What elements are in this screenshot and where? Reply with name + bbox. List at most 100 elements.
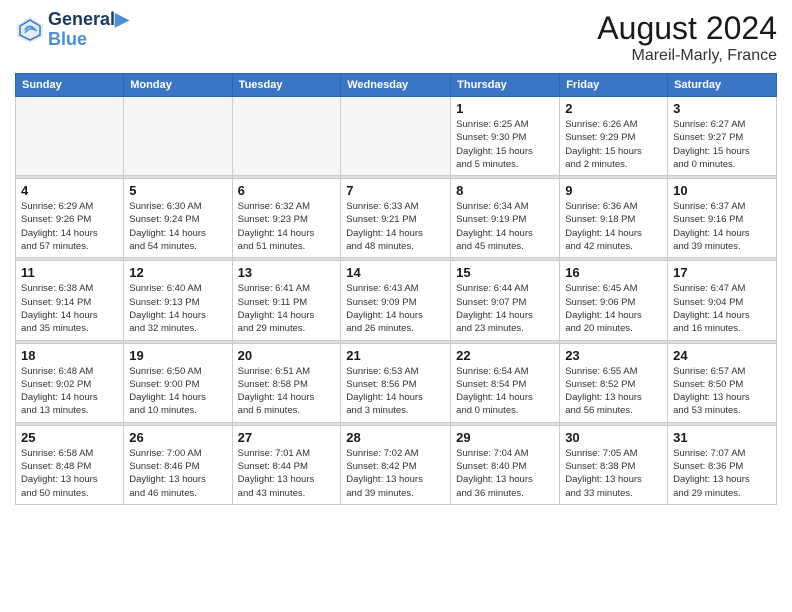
day-number: 25 — [21, 430, 118, 445]
page: General▶ Blue August 2024 Mareil-Marly, … — [0, 0, 792, 612]
col-saturday: Saturday — [668, 74, 777, 97]
week-row-5: 25 Sunrise: 6:58 AM Sunset: 8:48 PM Dayli… — [16, 425, 777, 504]
day-number: 18 — [21, 348, 118, 363]
day-info: Sunrise: 6:57 AM Sunset: 8:50 PM Dayligh… — [673, 365, 771, 418]
cell-w4-d4: 21Sunrise: 6:53 AM Sunset: 8:56 PM Dayli… — [341, 343, 451, 422]
day-number: 22 — [456, 348, 554, 363]
day-info: Sunrise: 6:41 AM Sunset: 9:11 PM Dayligh… — [238, 282, 336, 335]
cell-w5-d6: 30 Sunrise: 7:05 AM Sunset: 8:38 PM Dayli… — [560, 425, 668, 504]
day-info: Sunrise: 6:55 AM Sunset: 8:52 PM Dayligh… — [565, 365, 662, 418]
header: General▶ Blue August 2024 Mareil-Marly, … — [15, 10, 777, 65]
cell-w5-d4: 28Sunrise: 7:02 AM Sunset: 8:42 PM Dayli… — [341, 425, 451, 504]
calendar-header-row: Sunday Monday Tuesday Wednesday Thursday… — [16, 74, 777, 97]
day-info: Sunrise: 6:37 AM Sunset: 9:16 PM Dayligh… — [673, 200, 771, 253]
day-number: 30 — [565, 430, 662, 445]
day-info: Sunrise: 6:38 AM Sunset: 9:14 PM Dayligh… — [21, 282, 118, 335]
day-number: 12 — [129, 265, 226, 280]
col-tuesday: Tuesday — [232, 74, 341, 97]
day-info: Sunrise: 6:58 AM Sunset: 8:48 PM Dayligh… — [21, 447, 118, 500]
cell-w2-d3: 6Sunrise: 6:32 AM Sunset: 9:23 PM Daylig… — [232, 179, 341, 258]
day-info: Sunrise: 7:05 AM Sunset: 8:38 PM Dayligh… — [565, 447, 662, 500]
day-info: Sunrise: 6:44 AM Sunset: 9:07 PM Dayligh… — [456, 282, 554, 335]
location: Mareil-Marly, France — [597, 47, 777, 65]
cell-w4-d3: 20Sunrise: 6:51 AM Sunset: 8:58 PM Dayli… — [232, 343, 341, 422]
day-number: 4 — [21, 183, 118, 198]
day-info: Sunrise: 6:48 AM Sunset: 9:02 PM Dayligh… — [21, 365, 118, 418]
cell-w3-d3: 13 Sunrise: 6:41 AM Sunset: 9:11 PM Dayli… — [232, 261, 341, 340]
cell-w4-d7: 24Sunrise: 6:57 AM Sunset: 8:50 PM Dayli… — [668, 343, 777, 422]
day-info: Sunrise: 6:34 AM Sunset: 9:19 PM Dayligh… — [456, 200, 554, 253]
day-number: 31 — [673, 430, 771, 445]
day-number: 11 — [21, 265, 118, 280]
day-number: 7 — [346, 183, 445, 198]
day-info: Sunrise: 6:26 AM Sunset: 9:29 PM Dayligh… — [565, 118, 662, 171]
day-info: Sunrise: 7:01 AM Sunset: 8:44 PM Dayligh… — [238, 447, 336, 500]
day-info: Sunrise: 6:45 AM Sunset: 9:06 PM Dayligh… — [565, 282, 662, 335]
day-number: 16 — [565, 265, 662, 280]
col-sunday: Sunday — [16, 74, 124, 97]
cell-w1-d2 — [124, 97, 232, 176]
cell-w4-d5: 22Sunrise: 6:54 AM Sunset: 8:54 PM Dayli… — [451, 343, 560, 422]
day-number: 27 — [238, 430, 336, 445]
day-number: 19 — [129, 348, 226, 363]
day-info: Sunrise: 6:43 AM Sunset: 9:09 PM Dayligh… — [346, 282, 445, 335]
day-number: 23 — [565, 348, 662, 363]
day-info: Sunrise: 7:02 AM Sunset: 8:42 PM Dayligh… — [346, 447, 445, 500]
day-number: 3 — [673, 101, 771, 116]
week-row-3: 11 Sunrise: 6:38 AM Sunset: 9:14 PM Dayli… — [16, 261, 777, 340]
logo-icon — [15, 15, 45, 45]
cell-w2-d6: 9Sunrise: 6:36 AM Sunset: 9:18 PM Daylig… — [560, 179, 668, 258]
cell-w2-d2: 5 Sunrise: 6:30 AM Sunset: 9:24 PM Daylig… — [124, 179, 232, 258]
day-number: 1 — [456, 101, 554, 116]
day-info: Sunrise: 6:30 AM Sunset: 9:24 PM Dayligh… — [129, 200, 226, 253]
cell-w1-d3 — [232, 97, 341, 176]
week-row-4: 18 Sunrise: 6:48 AM Sunset: 9:02 PM Dayli… — [16, 343, 777, 422]
cell-w5-d3: 27 Sunrise: 7:01 AM Sunset: 8:44 PM Dayli… — [232, 425, 341, 504]
cell-w1-d4 — [341, 97, 451, 176]
day-info: Sunrise: 6:29 AM Sunset: 9:26 PM Dayligh… — [21, 200, 118, 253]
cell-w4-d1: 18 Sunrise: 6:48 AM Sunset: 9:02 PM Dayli… — [16, 343, 124, 422]
day-number: 21 — [346, 348, 445, 363]
month-year: August 2024 — [597, 10, 777, 47]
day-number: 5 — [129, 183, 226, 198]
day-number: 14 — [346, 265, 445, 280]
day-info: Sunrise: 7:00 AM Sunset: 8:46 PM Dayligh… — [129, 447, 226, 500]
week-row-1: 1 Sunrise: 6:25 AM Sunset: 9:30 PM Daylig… — [16, 97, 777, 176]
day-number: 2 — [565, 101, 662, 116]
cell-w5-d2: 26 Sunrise: 7:00 AM Sunset: 8:46 PM Dayli… — [124, 425, 232, 504]
logo-text: General▶ Blue — [48, 10, 129, 50]
col-wednesday: Wednesday — [341, 74, 451, 97]
cell-w2-d1: 4 Sunrise: 6:29 AM Sunset: 9:26 PM Daylig… — [16, 179, 124, 258]
cell-w5-d5: 29Sunrise: 7:04 AM Sunset: 8:40 PM Dayli… — [451, 425, 560, 504]
col-friday: Friday — [560, 74, 668, 97]
cell-w1-d6: 2 Sunrise: 6:26 AM Sunset: 9:29 PM Daylig… — [560, 97, 668, 176]
calendar: Sunday Monday Tuesday Wednesday Thursday… — [15, 73, 777, 505]
day-number: 13 — [238, 265, 336, 280]
day-number: 20 — [238, 348, 336, 363]
cell-w5-d1: 25 Sunrise: 6:58 AM Sunset: 8:48 PM Dayli… — [16, 425, 124, 504]
day-number: 17 — [673, 265, 771, 280]
day-number: 8 — [456, 183, 554, 198]
day-info: Sunrise: 6:27 AM Sunset: 9:27 PM Dayligh… — [673, 118, 771, 171]
cell-w3-d5: 15 Sunrise: 6:44 AM Sunset: 9:07 PM Dayli… — [451, 261, 560, 340]
cell-w1-d7: 3 Sunrise: 6:27 AM Sunset: 9:27 PM Daylig… — [668, 97, 777, 176]
day-number: 15 — [456, 265, 554, 280]
cell-w4-d6: 23 Sunrise: 6:55 AM Sunset: 8:52 PM Dayli… — [560, 343, 668, 422]
day-info: Sunrise: 6:25 AM Sunset: 9:30 PM Dayligh… — [456, 118, 554, 171]
day-number: 26 — [129, 430, 226, 445]
cell-w5-d7: 31 Sunrise: 7:07 AM Sunset: 8:36 PM Dayli… — [668, 425, 777, 504]
day-info: Sunrise: 6:36 AM Sunset: 9:18 PM Dayligh… — [565, 200, 662, 253]
day-info: Sunrise: 6:33 AM Sunset: 9:21 PM Dayligh… — [346, 200, 445, 253]
cell-w3-d4: 14 Sunrise: 6:43 AM Sunset: 9:09 PM Dayli… — [341, 261, 451, 340]
day-number: 10 — [673, 183, 771, 198]
cell-w3-d2: 12Sunrise: 6:40 AM Sunset: 9:13 PM Dayli… — [124, 261, 232, 340]
cell-w3-d1: 11 Sunrise: 6:38 AM Sunset: 9:14 PM Dayli… — [16, 261, 124, 340]
cell-w2-d5: 8 Sunrise: 6:34 AM Sunset: 9:19 PM Daylig… — [451, 179, 560, 258]
day-info: Sunrise: 6:47 AM Sunset: 9:04 PM Dayligh… — [673, 282, 771, 335]
col-monday: Monday — [124, 74, 232, 97]
day-info: Sunrise: 6:32 AM Sunset: 9:23 PM Dayligh… — [238, 200, 336, 253]
cell-w1-d5: 1 Sunrise: 6:25 AM Sunset: 9:30 PM Daylig… — [451, 97, 560, 176]
cell-w3-d7: 17 Sunrise: 6:47 AM Sunset: 9:04 PM Dayli… — [668, 261, 777, 340]
title-block: August 2024 Mareil-Marly, France — [597, 10, 777, 65]
day-info: Sunrise: 7:07 AM Sunset: 8:36 PM Dayligh… — [673, 447, 771, 500]
